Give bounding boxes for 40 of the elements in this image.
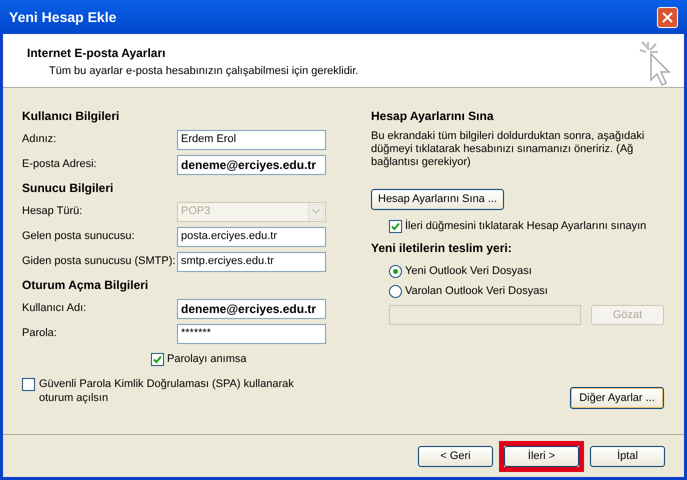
field-label: Adınız: — [22, 132, 58, 148]
checkbox-label: İleri düğmesini tıklatarak Hesap Ayarlarını sınayın — [405, 218, 646, 234]
input-field[interactable]: posta.erciyes.edu.tr — [177, 226, 326, 246]
field-label: Parola: — [22, 326, 58, 342]
close-button[interactable] — [657, 6, 678, 28]
input-field[interactable]: ******* — [177, 324, 326, 344]
input-field[interactable]: smtp.erciyes.edu.tr — [177, 252, 326, 272]
checkbox[interactable] — [151, 352, 164, 366]
field-label: Giden posta sunucusu (SMTP): — [22, 254, 176, 270]
checkbox-label: Parolayı anımsa — [167, 352, 246, 367]
header-subtitle: Tüm bu ayarlar e-posta hesabınızın çalışabilmesi için gereklidir. — [48, 64, 358, 79]
dialog-button[interactable]: İptal — [590, 446, 665, 466]
section-heading: Yeni iletilerin teslim yeri: — [371, 240, 513, 257]
checkbox[interactable] — [22, 378, 35, 391]
section-heading: Oturum Açma Bilgileri — [22, 277, 150, 294]
section-heading: Hesap Ayarlarını Sına — [371, 108, 495, 125]
dialog-button[interactable]: < Geri — [418, 446, 493, 466]
section-heading: Sunucu Bilgileri — [22, 180, 114, 197]
field-label: E-posta Adresi: — [22, 157, 98, 172]
input-field[interactable]: deneme@erciyes.edu.tr — [177, 298, 326, 318]
radio-label: Varolan Outlook Veri Dosyası — [405, 284, 548, 299]
file-path-field[interactable] — [389, 305, 581, 325]
test-settings-button[interactable]: Hesap Ayarlarını Sına ... — [371, 189, 504, 210]
section-heading: Kullanıcı Bilgileri — [22, 108, 120, 125]
radio-button[interactable] — [389, 284, 402, 298]
checkbox-label: Güvenli Parola Kimlik Doğrulaması (SPA) kullanarak oturum açılsın — [39, 377, 295, 405]
field-label: Hesap Türü: — [22, 204, 84, 220]
field-label: Gelen posta sunucusu: — [22, 229, 136, 244]
checkbox[interactable] — [389, 220, 402, 232]
field-label: Kullanıcı Adı: — [22, 301, 88, 316]
window-title: Yeni Hesap Ekle — [9, 8, 116, 27]
more-settings-button[interactable]: Diğer Ayarlar ... — [570, 387, 664, 409]
dialog-button[interactable]: İleri > — [504, 446, 579, 466]
input-field[interactable]: Erdem Erol — [177, 130, 326, 150]
input-field[interactable]: deneme@erciyes.edu.tr — [177, 154, 326, 174]
header-title: Internet E-posta Ayarları — [27, 45, 166, 62]
description-text: Bu ekrandaki tüm bilgileri doldurduktan sonra, aşağıdaki düğmeyi tıklatarak hesabınızı sınamanızı öneririz. (Ağ bağlantısı gerekiyor) — [371, 130, 646, 169]
radio-button[interactable] — [389, 264, 402, 278]
radio-label: Yeni Outlook Veri Dosyası — [405, 264, 532, 279]
close-icon — [662, 12, 673, 22]
